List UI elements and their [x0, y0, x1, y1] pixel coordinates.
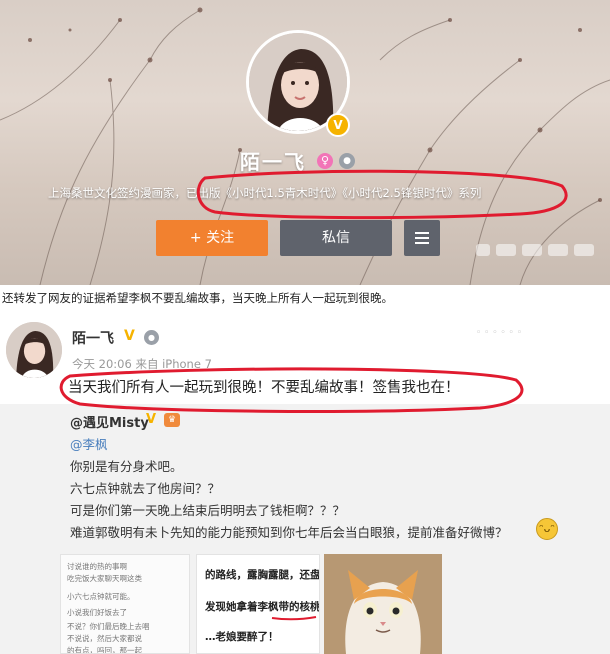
member-badge-icon: ♛ [164, 413, 180, 427]
repost-text-line: 你别是有分身术吧。 [70, 459, 183, 474]
chat-screenshot-thumbnail[interactable]: 讨说谁的热的事啊 吃完饭大家聊天啊这类 小六七点钟就可能。 小说我们好饭去了 不… [60, 554, 190, 654]
post-author-name[interactable]: 陌一飞 [72, 328, 114, 348]
thumbnail-text: 小说我们好饭去了 [67, 608, 127, 617]
cat-photo-thumbnail[interactable] [324, 554, 442, 654]
verified-badge-icon: V [146, 412, 157, 427]
repost-text-line: 可是你们第一天晚上结束后明明去了钱柜啊？？？ [70, 503, 346, 518]
profile-description: 上海桑世文化签约漫画家，已出版《小时代1.5青木时代》《小时代2.5锋银时代》系… [48, 186, 482, 200]
article-caption: 还转发了网友的证据希望李枫不要乱编故事，当天晚上所有人一起玩到很晚。 [2, 291, 393, 305]
mention-link[interactable]: @李枫 [70, 434, 108, 453]
post-author-avatar[interactable] [6, 322, 62, 378]
thumbnail-text: 不说？你们最后晚上去唱 [67, 622, 150, 631]
repost-text-line: 难道郭敬明有未卜先知的能力能预知到你七年后会当白眼狼，提前准备好微博？ [70, 525, 508, 540]
reposted-content[interactable]: @遇见Misty V ♛ @李枫 你别是有分身术吧。 六七点钟就去了他房间？？ … [0, 404, 610, 654]
red-underline [271, 616, 317, 621]
female-icon: ♀ [317, 153, 333, 169]
watermark-text: ◦ ◦ ◦ ◦ ◦ ◦ [476, 328, 523, 338]
level-icon: ● [144, 330, 159, 345]
laughing-emoji-icon: ᵔᴗᵔ [536, 518, 558, 540]
level-icon: ● [339, 153, 355, 169]
weibo-post: 陌一飞 V ● 今天 20:06 来自 iPhone 7 当天我们所有人一起玩到… [0, 312, 610, 654]
message-button[interactable]: 私信 [280, 220, 392, 256]
repost-author-name[interactable]: @遇见Misty [70, 412, 149, 431]
watermark-logo [476, 244, 594, 256]
thumbnail-text: 不说说，然后大家都说 [67, 634, 142, 643]
thumbnail-text: 的路线，露胸露腿，还盘了 [205, 569, 320, 581]
post-text: 当天我们所有人一起玩到很晚！不要乱编故事！签售我也在！ [68, 380, 460, 396]
thumbnail-text: 讨说谁的热的事啊 [67, 562, 127, 571]
verified-badge-icon: V [326, 113, 350, 137]
thumbnail-text: 的有点，吗回，那一起 [67, 646, 142, 654]
more-menu-button[interactable] [404, 220, 440, 256]
follow-button[interactable]: + 关注 [156, 220, 268, 256]
text-screenshot-thumbnail[interactable]: 的路线，露胸露腿，还盘了 发现她拿着李枫带的核桃 …老娘要醉了！ [196, 554, 320, 654]
thumbnail-text: 小六七点钟就可能。 [67, 592, 135, 601]
thumbnail-text: 吃完饭大家聊天啊这类 [67, 574, 142, 583]
repost-text-line: 六七点钟就去了他房间？？ [70, 481, 221, 496]
thumbnail-text: 发现她拿着李枫带的核桃 [205, 601, 320, 613]
post-timestamp: 今天 20:06 来自 iPhone 7 [72, 357, 212, 371]
verified-badge-icon: V [124, 328, 135, 344]
thumbnail-text: …老娘要醉了！ [205, 631, 279, 643]
profile-name: 陌一飞 [240, 150, 306, 174]
profile-banner: V 陌一飞 ♀ ● 上海桑世文化签约漫画家，已出版《小时代1.5青木时代》《小时… [0, 0, 610, 285]
